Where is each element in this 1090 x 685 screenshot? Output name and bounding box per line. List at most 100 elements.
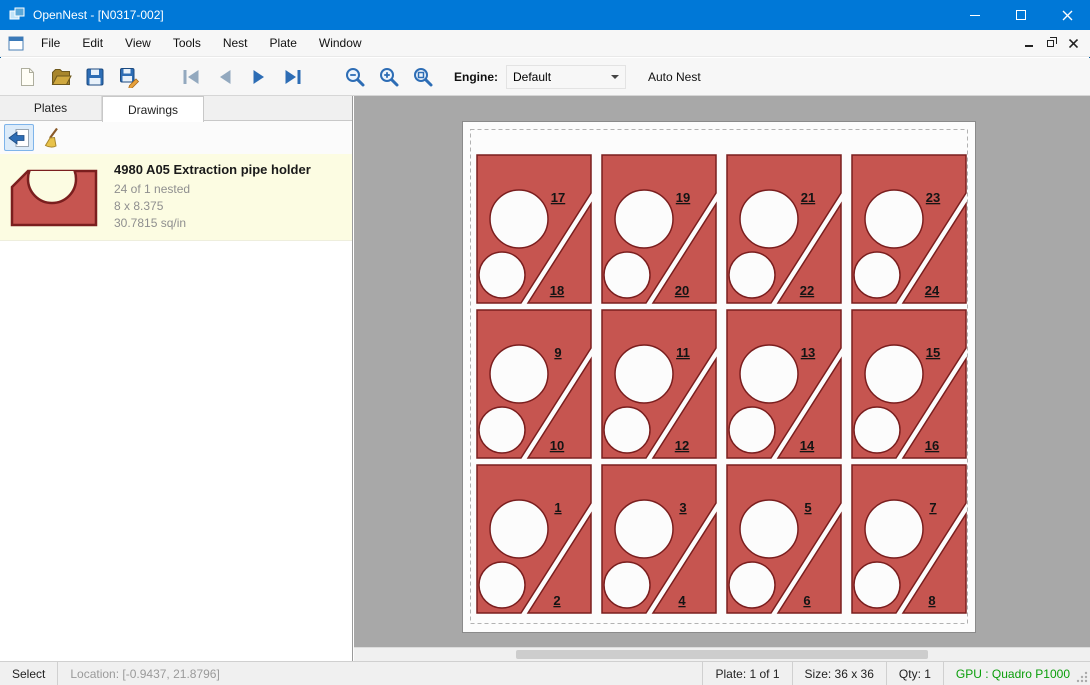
last-plate-button[interactable]	[276, 61, 310, 93]
send-to-nest-button[interactable]	[4, 124, 34, 151]
nested-pair[interactable]: 78	[852, 465, 966, 613]
horizontal-scrollbar[interactable]	[354, 647, 1090, 661]
nested-pair[interactable]: 910	[477, 310, 591, 458]
zoom-in-button[interactable]	[372, 61, 406, 93]
nested-pair[interactable]: 11 12	[602, 310, 716, 458]
menu-edit[interactable]: Edit	[71, 30, 114, 56]
zoom-out-icon	[344, 66, 366, 88]
pipe-hole	[615, 345, 673, 403]
menu-nest[interactable]: Nest	[212, 30, 259, 56]
pipe-hole	[740, 345, 798, 403]
engine-select[interactable]: Default	[506, 65, 626, 89]
clear-nest-button[interactable]	[38, 124, 68, 151]
part-number: 24	[925, 283, 940, 298]
drawing-nested-count: 24 of 1 nested	[114, 181, 311, 198]
nested-pair[interactable]: 2324	[852, 155, 966, 303]
minimize-icon	[970, 15, 980, 16]
drawing-info: 4980 A05 Extraction pipe holder 24 of 1 …	[114, 162, 311, 232]
menu-plate[interactable]: Plate	[259, 30, 308, 56]
drawing-title: 4980 A05 Extraction pipe holder	[114, 162, 311, 177]
engine-value: Default	[513, 70, 551, 84]
mdi-window-controls	[1018, 30, 1090, 56]
status-mode: Select	[0, 662, 58, 685]
app-icon	[9, 7, 25, 23]
sidebar: Plates Drawings 4980 A05 Extraction pipe…	[0, 96, 353, 661]
mdi-close-button[interactable]	[1062, 30, 1084, 56]
part-number: 19	[676, 190, 690, 205]
nested-pair[interactable]: 56	[727, 465, 841, 613]
menu-tools[interactable]: Tools	[162, 30, 212, 56]
status-plate: Plate: 1 of 1	[702, 662, 791, 685]
pipe-hole	[854, 252, 900, 298]
nested-pair[interactable]: 1314	[727, 310, 841, 458]
zoom-fit-button[interactable]	[406, 61, 440, 93]
next-plate-button[interactable]	[242, 61, 276, 93]
menu-file[interactable]: File	[30, 30, 71, 56]
part-number: 2	[553, 593, 560, 608]
pipe-hole	[729, 407, 775, 453]
open-button[interactable]	[44, 61, 78, 93]
save-button[interactable]	[78, 61, 112, 93]
titlebar: OpenNest - [N0317-002]	[0, 0, 1090, 30]
pipe-hole	[490, 500, 548, 558]
nested-pair[interactable]: 1516	[852, 310, 966, 458]
pipe-hole	[490, 190, 548, 248]
maximize-icon	[1016, 10, 1026, 20]
part-number: 6	[803, 593, 810, 608]
window-title: OpenNest - [N0317-002]	[33, 8, 164, 22]
pipe-hole	[604, 252, 650, 298]
new-button[interactable]	[10, 61, 44, 93]
menu-window[interactable]: Window	[308, 30, 373, 56]
plate-svg: 171819202122232491011121314151612345678	[463, 122, 975, 632]
scrollbar-thumb[interactable]	[516, 650, 928, 659]
status-size: Size: 36 x 36	[792, 662, 886, 685]
nested-pair[interactable]: 34	[602, 465, 716, 613]
menu-view[interactable]: View	[114, 30, 162, 56]
pipe-hole	[729, 252, 775, 298]
zoom-out-button[interactable]	[338, 61, 372, 93]
save-floppy-icon	[84, 66, 106, 88]
tab-drawings[interactable]: Drawings	[102, 96, 204, 122]
pipe-hole	[615, 500, 673, 558]
pipe-hole	[854, 407, 900, 453]
drawing-size: 8 x 8.375	[114, 198, 311, 215]
part-number: 1	[554, 500, 561, 515]
previous-plate-button[interactable]	[208, 61, 242, 93]
part-number: 5	[804, 500, 811, 515]
pipe-hole	[479, 562, 525, 608]
tab-plates[interactable]: Plates	[0, 96, 102, 120]
drawing-area: 30.7815 sq/in	[114, 215, 311, 232]
drawing-list-item[interactable]: 4980 A05 Extraction pipe holder 24 of 1 …	[0, 154, 352, 241]
minimize-button[interactable]	[952, 0, 998, 30]
mdi-restore-button[interactable]	[1040, 30, 1062, 56]
pipe-hole	[865, 500, 923, 558]
save-as-button[interactable]	[112, 61, 146, 93]
part-number: 17	[551, 190, 565, 205]
mdi-minimize-button[interactable]	[1018, 30, 1040, 56]
part-number: 10	[550, 438, 564, 453]
close-button[interactable]	[1044, 0, 1090, 30]
part-number: 22	[800, 283, 814, 298]
resize-grip[interactable]	[1076, 671, 1088, 683]
nested-pair[interactable]: 1718	[477, 155, 591, 303]
maximize-button[interactable]	[998, 0, 1044, 30]
zoom-fit-icon	[412, 66, 434, 88]
pipe-hole	[729, 562, 775, 608]
pipe-hole	[740, 500, 798, 558]
nested-pair[interactable]: 2122	[727, 155, 841, 303]
part-number: 18	[550, 283, 564, 298]
nested-pair[interactable]: 1920	[602, 155, 716, 303]
part-number: 12	[675, 438, 689, 453]
save-edit-icon	[118, 66, 140, 88]
auto-nest-button[interactable]: Auto Nest	[642, 66, 707, 88]
nested-pair[interactable]: 12	[477, 465, 591, 613]
part-number: 4	[678, 593, 686, 608]
first-plate-button[interactable]	[174, 61, 208, 93]
plate[interactable]: 171819202122232491011121314151612345678	[462, 121, 976, 633]
status-gpu: GPU : Quadro P1000	[943, 662, 1090, 685]
part-thumbnail	[8, 167, 100, 227]
part-number: 16	[925, 438, 939, 453]
part-number: 11	[676, 345, 690, 360]
nesting-canvas[interactable]: 171819202122232491011121314151612345678	[354, 96, 1090, 647]
main-toolbar: Engine: Default Auto Nest	[0, 58, 1090, 96]
